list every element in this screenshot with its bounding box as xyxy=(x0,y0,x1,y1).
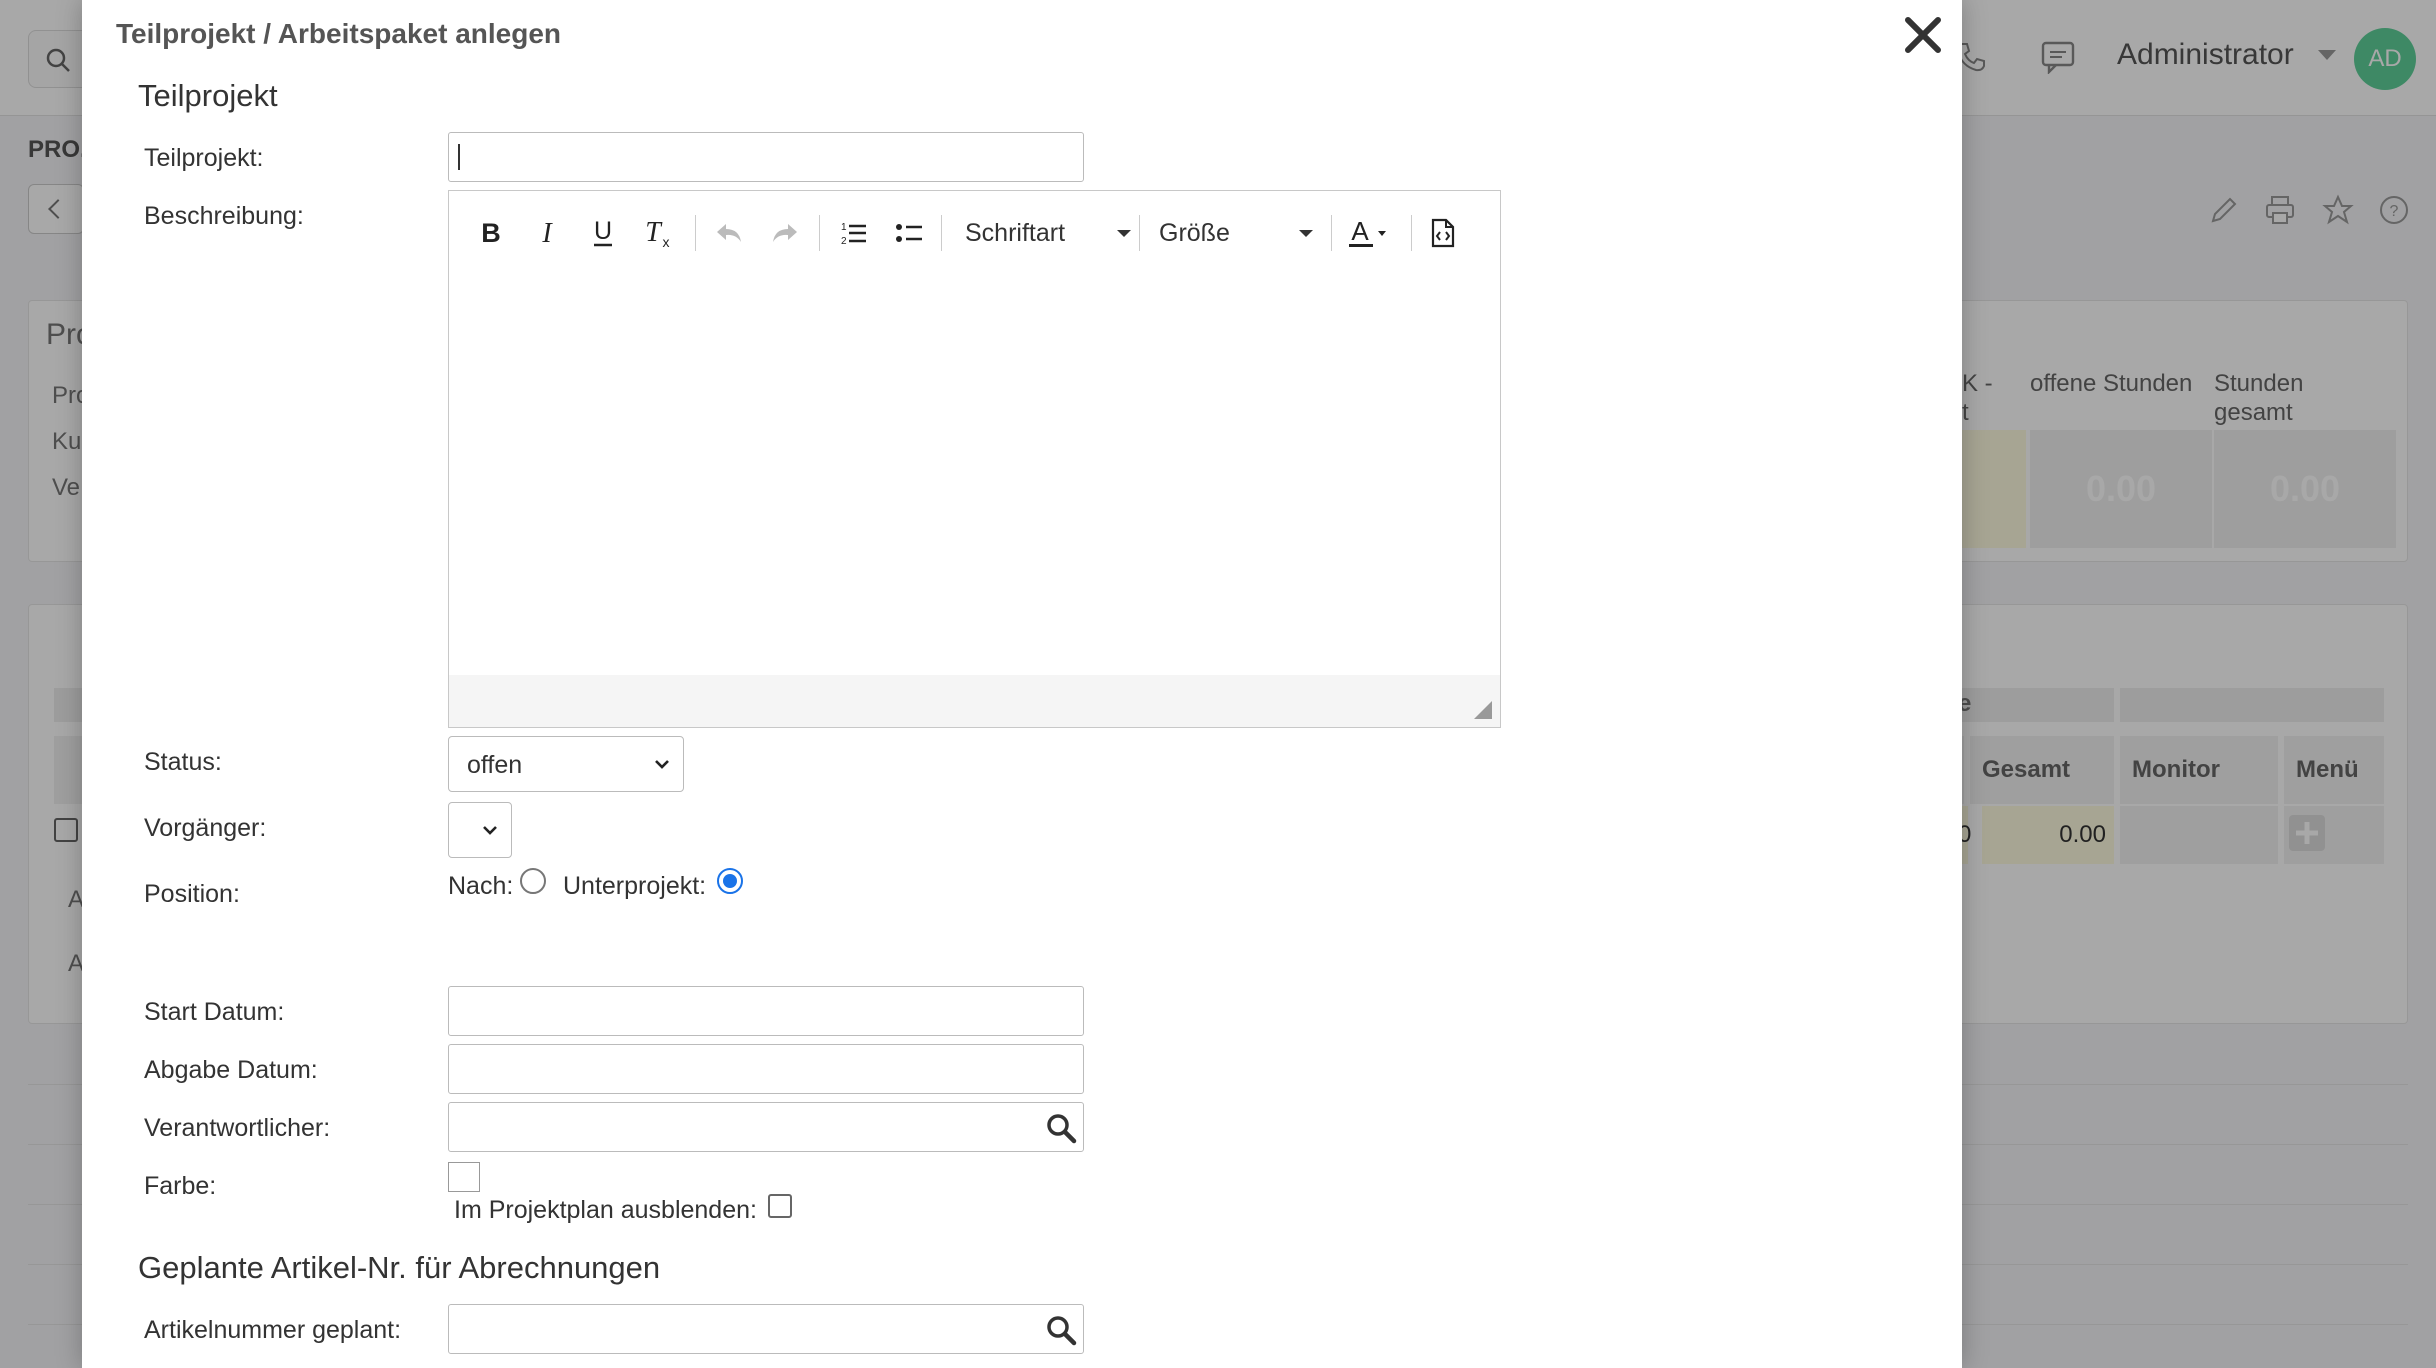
rich-text-editor: B I U Tx 12 Schriftart Größe A xyxy=(448,190,1501,728)
remove-format-icon: Tx xyxy=(645,217,670,249)
remove-format-button[interactable]: Tx xyxy=(635,211,679,255)
source-icon xyxy=(1431,218,1455,248)
undo-icon xyxy=(717,224,741,242)
redo-button[interactable] xyxy=(763,211,807,255)
chevron-down-icon xyxy=(483,826,497,835)
dialog-title: Teilprojekt / Arbeitspaket anlegen xyxy=(116,18,562,49)
teilprojekt-label: Teilprojekt: xyxy=(144,144,264,172)
search-icon[interactable] xyxy=(1045,1314,1077,1346)
start-datum-label: Start Datum: xyxy=(144,998,285,1026)
position-unterprojekt-label: Unterprojekt: xyxy=(563,872,707,900)
svg-text:1: 1 xyxy=(841,222,847,233)
bullet-list-icon xyxy=(896,224,922,242)
font-family-label: Schriftart xyxy=(965,219,1066,247)
editor-toolbar: B I U Tx 12 Schriftart Größe A xyxy=(449,191,1500,275)
ordered-list-button[interactable]: 12 xyxy=(831,211,875,255)
font-size-dropdown[interactable]: Größe xyxy=(1159,211,1313,255)
artikelnummer-input[interactable] xyxy=(449,1305,1029,1353)
undo-button[interactable] xyxy=(707,211,751,255)
bullet-list-button[interactable] xyxy=(887,211,931,255)
toolbar-separator xyxy=(695,215,696,251)
vorgaenger-label: Vorgänger: xyxy=(144,814,267,842)
bold-icon: B xyxy=(481,219,501,247)
abgabe-datum-input[interactable] xyxy=(448,1044,1084,1094)
status-label: Status: xyxy=(144,748,222,776)
status-value: offen xyxy=(467,751,523,779)
projektplan-ausblenden-checkbox[interactable] xyxy=(768,1194,792,1218)
svg-text:A: A xyxy=(1351,217,1369,246)
font-size-label: Größe xyxy=(1159,219,1230,247)
toolbar-separator xyxy=(1331,215,1332,251)
position-label: Position: xyxy=(144,880,240,908)
toolbar-separator xyxy=(941,215,942,251)
position-nach-label: Nach: xyxy=(448,872,514,900)
toolbar-separator xyxy=(1139,215,1140,251)
toolbar-separator xyxy=(1411,215,1412,251)
editor-content-area[interactable] xyxy=(449,275,1500,675)
text-color-button[interactable]: A xyxy=(1345,211,1395,255)
editor-status-bar xyxy=(449,675,1500,727)
svg-text:B: B xyxy=(481,219,501,247)
resize-handle-icon[interactable] xyxy=(1474,701,1492,719)
bold-button[interactable]: B xyxy=(469,211,513,255)
ordered-list-icon: 12 xyxy=(841,222,866,247)
section-title-artikel: Geplante Artikel-Nr. für Abrechnungen xyxy=(138,1250,661,1285)
chevron-down-icon xyxy=(1117,230,1131,237)
underline-icon: U xyxy=(594,218,612,247)
position-unterprojekt-radio[interactable] xyxy=(717,868,743,894)
artikelnummer-label: Artikelnummer geplant: xyxy=(144,1316,402,1344)
chevron-down-icon xyxy=(655,760,669,769)
position-nach-radio[interactable] xyxy=(520,868,546,894)
verantwortlicher-label: Verantwortlicher: xyxy=(144,1114,331,1142)
color-picker-swatch[interactable] xyxy=(448,1162,480,1192)
toolbar-separator xyxy=(819,215,820,251)
underline-button[interactable]: U xyxy=(581,211,625,255)
verantwortlicher-field xyxy=(448,1102,1084,1152)
subproject-dialog: Teilprojekt / Arbeitspaket anlegen Teilp… xyxy=(82,0,1962,1368)
vorgaenger-select[interactable] xyxy=(448,802,512,858)
italic-icon: I xyxy=(541,219,553,247)
artikelnummer-field xyxy=(448,1304,1084,1354)
svg-text:x: x xyxy=(663,234,670,249)
svg-text:2: 2 xyxy=(841,236,847,247)
status-select[interactable]: offen xyxy=(448,736,684,792)
redo-icon xyxy=(773,224,797,242)
close-icon[interactable] xyxy=(1902,14,1944,56)
search-icon[interactable] xyxy=(1045,1112,1077,1144)
verantwortlicher-input[interactable] xyxy=(449,1103,1029,1151)
font-family-dropdown[interactable]: Schriftart xyxy=(965,211,1131,255)
text-cursor xyxy=(458,144,460,170)
projektplan-ausblenden-label: Im Projektplan ausblenden: xyxy=(454,1196,757,1224)
teilprojekt-input[interactable] xyxy=(448,132,1084,182)
source-button[interactable] xyxy=(1421,211,1465,255)
beschreibung-label: Beschreibung: xyxy=(144,202,304,230)
text-color-icon: A xyxy=(1349,217,1386,247)
svg-text:T: T xyxy=(645,217,663,248)
chevron-down-icon xyxy=(1299,230,1313,237)
farbe-label: Farbe: xyxy=(144,1172,217,1200)
svg-text:U: U xyxy=(594,218,612,245)
start-datum-input[interactable] xyxy=(448,986,1084,1036)
abgabe-datum-label: Abgabe Datum: xyxy=(144,1056,318,1084)
svg-text:I: I xyxy=(541,219,553,247)
italic-button[interactable]: I xyxy=(525,211,569,255)
section-title-teilprojekt: Teilprojekt xyxy=(138,78,278,113)
